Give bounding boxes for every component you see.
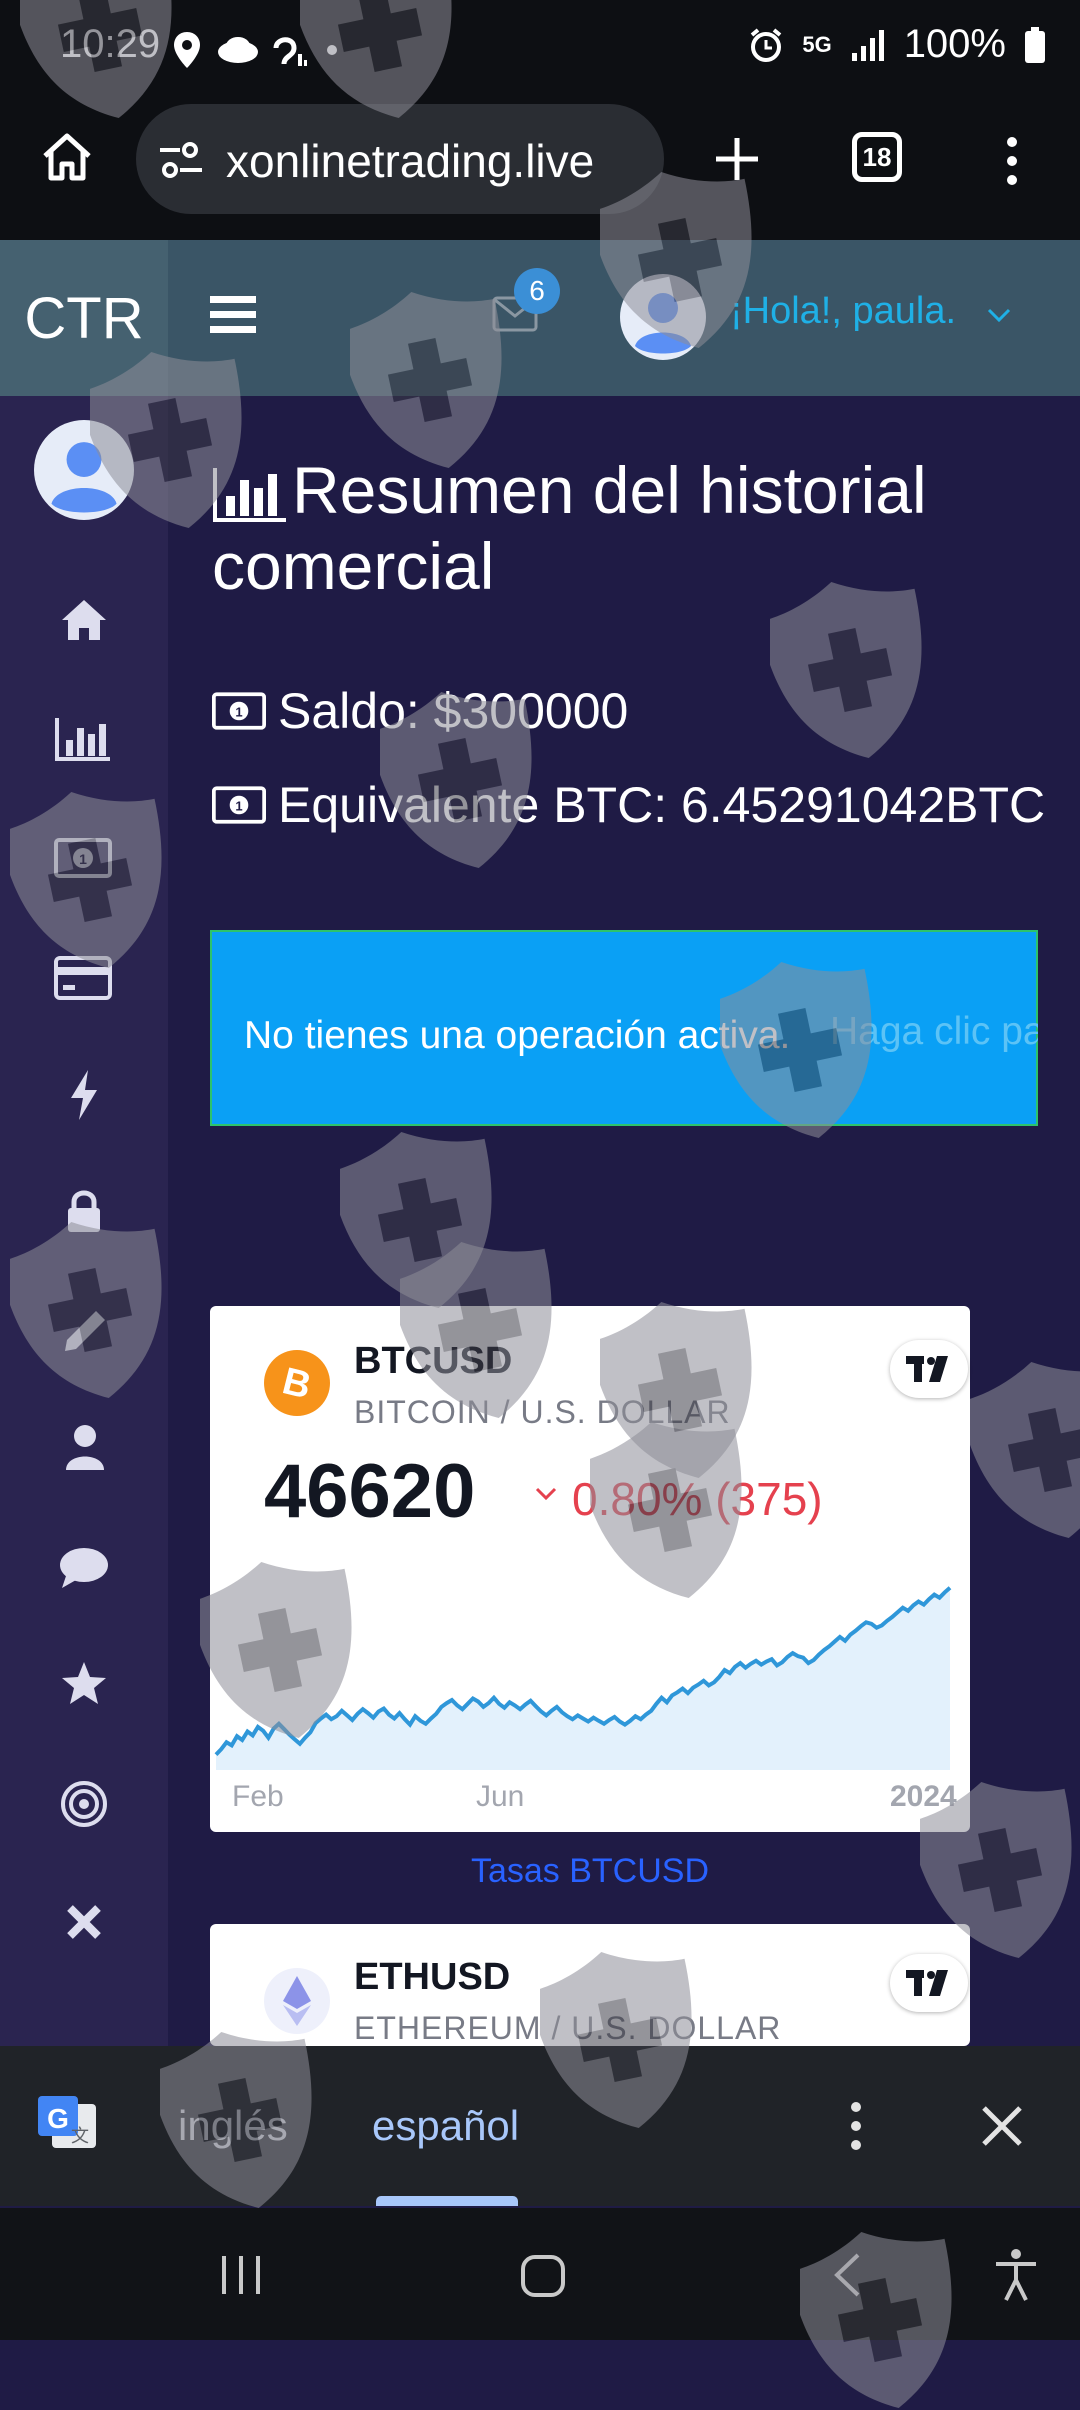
status-right: 5G 100%	[748, 22, 1046, 67]
hearing-icon	[268, 30, 308, 70]
page-title: Resumen del historial comercial	[212, 453, 927, 603]
user-icon[interactable]	[64, 1424, 106, 1470]
bullseye-icon[interactable]	[60, 1780, 108, 1828]
shield-watermark-icon	[770, 580, 930, 760]
svg-text:文: 文	[71, 2126, 89, 2146]
active-lang-indicator	[376, 2196, 518, 2206]
btc-sparkline-chart	[214, 1586, 952, 1770]
new-tab-button[interactable]	[712, 134, 762, 184]
google-translate-icon[interactable]: G文	[36, 2094, 100, 2158]
svg-text:1: 1	[235, 705, 242, 720]
svg-text:1: 1	[235, 799, 242, 814]
chevron-down-icon[interactable]	[986, 306, 1012, 324]
system-nav-bar	[0, 2208, 1080, 2340]
eth-ticker-widget[interactable]: ETHUSD ETHEREUM / U.S. DOLLAR	[210, 1924, 970, 2046]
sidebar-avatar[interactable]	[34, 420, 134, 520]
star-icon[interactable]	[60, 1660, 108, 1706]
bolt-icon[interactable]	[68, 1068, 100, 1122]
brand-logo[interactable]: CTR	[0, 240, 168, 396]
accessibility-icon[interactable]	[994, 2248, 1038, 2302]
url-text[interactable]: xonlinetrading.live	[226, 134, 594, 188]
more-menu-icon[interactable]	[1000, 134, 1024, 188]
lang-english-tab[interactable]: inglés	[178, 2102, 288, 2150]
notification-badge: 6	[514, 268, 560, 314]
home-icon[interactable]	[60, 598, 108, 642]
more-options-icon[interactable]	[844, 2100, 868, 2152]
back-button[interactable]	[832, 2252, 862, 2298]
alarm-icon	[748, 27, 784, 63]
location-icon	[172, 30, 202, 70]
money-bill-icon[interactable]: 1	[54, 838, 112, 878]
lock-icon[interactable]	[66, 1190, 102, 1232]
balance-text: Saldo: $300000	[278, 683, 629, 739]
header-avatar[interactable]	[620, 274, 706, 360]
translate-bar: G文 inglés español	[0, 2046, 1080, 2206]
no-active-trade-alert[interactable]: No tienes una operación activa. Haga cli…	[210, 930, 1079, 1126]
chevron-down-icon	[534, 1486, 558, 1502]
ticker-symbol: BTCUSD	[354, 1340, 513, 1382]
ticker-pair: ETHEREUM / U.S. DOLLAR	[354, 2010, 782, 2046]
site-settings-icon[interactable]	[158, 140, 204, 180]
times-icon[interactable]	[66, 1904, 102, 1940]
bitcoin-logo-icon: B	[264, 1350, 330, 1416]
ticker-change: 0.80% (375)	[572, 1473, 823, 1525]
axis-label-2024: 2024	[890, 1780, 957, 1813]
pencil-icon[interactable]	[62, 1308, 108, 1354]
shield-watermark-icon	[340, 1130, 500, 1310]
dot-icon	[326, 44, 338, 56]
status-time: 10:29	[60, 22, 161, 66]
tab-switcher-button[interactable]: 18	[852, 132, 902, 182]
credit-card-icon[interactable]	[54, 956, 112, 1000]
lang-spanish-tab[interactable]: español	[372, 2102, 519, 2150]
battery-icon	[1024, 26, 1046, 63]
home-nav-button[interactable]	[520, 2254, 566, 2298]
ticker-pair: BITCOIN / U.S. DOLLAR	[354, 1394, 731, 1430]
signal-icon	[850, 29, 886, 61]
money-bill-icon: 1	[212, 692, 266, 730]
ticker-symbol: ETHUSD	[354, 1956, 511, 1998]
battery-percent: 100%	[903, 22, 1006, 66]
ethereum-logo-icon	[264, 1968, 330, 2034]
svg-text:G: G	[47, 2103, 69, 2134]
tradingview-logo-button[interactable]	[890, 1954, 968, 2012]
btc-ticker-widget[interactable]: B BTCUSD BITCOIN / U.S. DOLLAR 46620 0.8…	[210, 1306, 970, 1832]
tasas-btcusd-link[interactable]: Tasas BTCUSD	[210, 1852, 970, 1891]
svg-text:1: 1	[79, 851, 87, 867]
btc-equivalent-text: Equivalente BTC: 6.45291042BTC	[278, 777, 1046, 833]
ticker-price: 46620	[264, 1449, 476, 1534]
axis-label-jun: Jun	[476, 1780, 525, 1813]
alert-message: No tienes una operación activa.	[244, 1014, 791, 1057]
axis-label-feb: Feb	[232, 1780, 284, 1813]
user-greeting-dropdown[interactable]: ¡Hola!, paula.	[730, 290, 956, 333]
shield-watermark-icon	[970, 1360, 1080, 1540]
hamburger-menu-icon[interactable]	[210, 294, 256, 334]
chart-bar-icon[interactable]	[54, 716, 112, 762]
money-bill-icon: 1	[212, 786, 266, 824]
sparkline-area	[216, 1587, 950, 1770]
cloud-icon	[216, 34, 260, 66]
status-bar: 10:29 5G 100%	[0, 0, 1080, 100]
comment-icon[interactable]	[58, 1546, 110, 1590]
tradingview-logo-button[interactable]	[890, 1340, 968, 1398]
close-icon[interactable]	[980, 2104, 1024, 2148]
network-label: 5G	[802, 31, 832, 57]
recent-apps-button[interactable]	[218, 2254, 264, 2296]
home-button[interactable]	[40, 130, 94, 184]
